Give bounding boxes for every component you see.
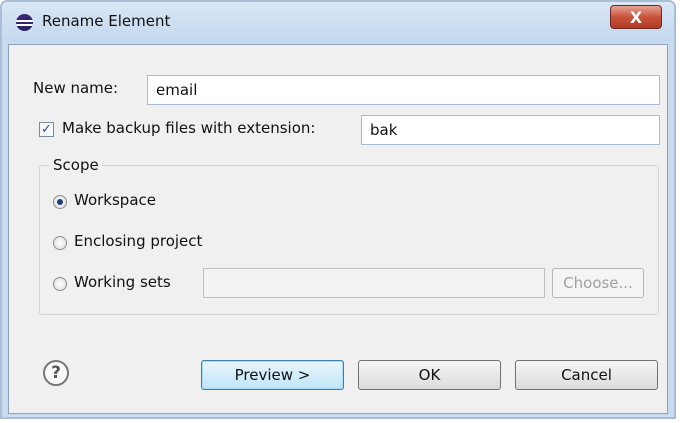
- close-button[interactable]: X: [610, 5, 662, 29]
- radio-working-sets-label[interactable]: Working sets: [74, 273, 171, 291]
- eclipse-icon: [16, 14, 33, 31]
- choose-button: Choose...: [552, 268, 644, 298]
- close-icon: X: [629, 7, 643, 27]
- rename-dialog: Rename Element X New name: email ✓ Make …: [0, 0, 676, 419]
- title-bar[interactable]: Rename Element X: [2, 2, 674, 42]
- radio-workspace[interactable]: [53, 195, 67, 209]
- new-name-label: New name:: [33, 79, 119, 97]
- help-icon[interactable]: ?: [43, 360, 69, 386]
- radio-enclosing-project[interactable]: [53, 236, 67, 250]
- backup-extension-input[interactable]: bak: [361, 115, 660, 145]
- radio-enclosing-project-label[interactable]: Enclosing project: [74, 232, 202, 250]
- working-sets-input: [203, 268, 545, 298]
- new-name-input[interactable]: email: [147, 75, 660, 105]
- window-title: Rename Element: [42, 12, 171, 30]
- backup-checkbox[interactable]: ✓: [39, 122, 54, 137]
- scope-title: Scope: [50, 156, 102, 174]
- preview-button[interactable]: Preview >: [201, 360, 344, 390]
- cancel-button[interactable]: Cancel: [515, 360, 658, 390]
- ok-button[interactable]: OK: [358, 360, 501, 390]
- radio-workspace-label[interactable]: Workspace: [74, 191, 156, 209]
- dialog-body: New name: email ✓ Make backup files with…: [8, 44, 668, 414]
- radio-working-sets[interactable]: [53, 277, 67, 291]
- backup-checkbox-label[interactable]: Make backup files with extension:: [62, 119, 315, 137]
